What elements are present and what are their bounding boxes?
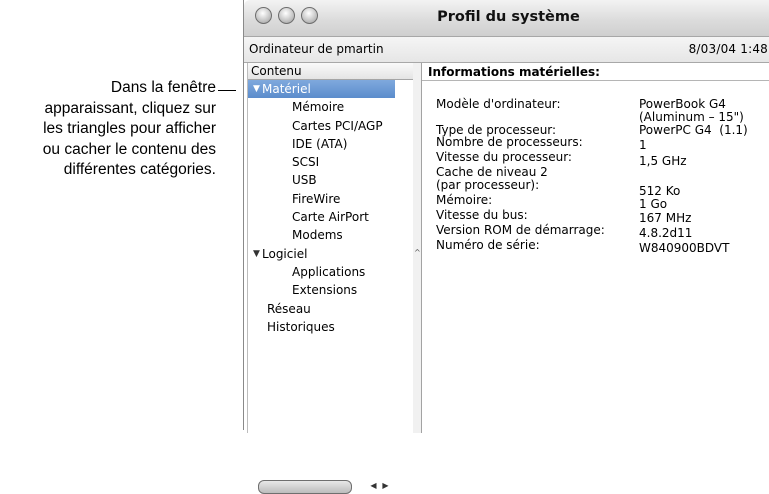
tree-item-logiciel[interactable]: ▼ Logiciel bbox=[248, 245, 413, 263]
tree-item-materiel[interactable]: ▼ Matériel bbox=[248, 80, 395, 99]
spec-value-processor-count: 1 bbox=[639, 138, 647, 152]
spec-value-processor-type: PowerPC G4 (1.1) bbox=[639, 123, 748, 137]
tree-item-extensions[interactable]: Extensions bbox=[248, 281, 413, 299]
tree-item-modems[interactable]: Modems bbox=[248, 226, 413, 244]
spec-label-serial-number: Numéro de série: bbox=[436, 238, 540, 252]
spec-label-memory: Mémoire: bbox=[436, 193, 493, 207]
pane-splitter[interactable]: ^ bbox=[413, 63, 422, 433]
tree-item-ide-ata[interactable]: IDE (ATA) bbox=[248, 135, 413, 153]
callout-line-5: différentes catégories. bbox=[63, 161, 216, 179]
info-bar: Ordinateur de pmartin 8/03/04 1:48 bbox=[244, 37, 769, 63]
contents-sidebar: Contenu ▼ Matériel Mémoire Cartes PCI/AG… bbox=[247, 63, 414, 494]
tree-item-cartes-pci-agp[interactable]: Cartes PCI/AGP bbox=[248, 117, 413, 135]
spec-value-boot-rom: 4.8.2d11 bbox=[639, 226, 693, 240]
report-datetime: 8/03/04 1:48 bbox=[688, 42, 768, 56]
spec-label-model: Modèle d'ordinateur: bbox=[436, 97, 561, 111]
spec-value-bus-speed: 167 MHz bbox=[639, 211, 692, 225]
spec-label-processor-count: Nombre de processeurs: bbox=[436, 135, 583, 149]
callout-line-1: Dans la fenêtre bbox=[110, 79, 216, 96]
tree-item-firewire[interactable]: FireWire bbox=[248, 190, 413, 208]
scrollbar-thumb[interactable] bbox=[258, 480, 352, 494]
disclosure-triangle-icon[interactable]: ▼ bbox=[253, 245, 260, 263]
hardware-info-pane: Informations matérielles: Modèle d'ordin… bbox=[422, 63, 769, 433]
tree-item-label: Matériel bbox=[262, 82, 311, 96]
tree-item-reseau[interactable]: Réseau bbox=[248, 300, 413, 318]
spec-value-processor-speed: 1,5 GHz bbox=[639, 154, 687, 168]
spec-label-processor-speed: Vitesse du processeur: bbox=[436, 150, 572, 164]
callout-line-4: ou cacher le contenu des bbox=[42, 140, 216, 158]
system-profiler-window: Profil du système Ordinateur de pmartin … bbox=[243, 0, 769, 494]
scroll-right-icon[interactable]: ▶ bbox=[380, 480, 391, 492]
window-title: Profil du système bbox=[437, 9, 580, 25]
collapse-marker-icon[interactable]: ^ bbox=[414, 248, 421, 257]
horizontal-scrollbar[interactable]: ◀ ▶ bbox=[256, 480, 406, 494]
spec-value-memory: 1 Go bbox=[639, 197, 668, 211]
tree-item-historiques[interactable]: Historiques bbox=[248, 318, 413, 336]
content-header: Informations matérielles: bbox=[428, 65, 600, 79]
spec-value-model: PowerBook G4 (Aluminum – 15") bbox=[639, 97, 744, 124]
tree-item-carte-airport[interactable]: Carte AirPort bbox=[248, 208, 413, 226]
tree-item-applications[interactable]: Applications bbox=[248, 263, 413, 281]
disclosure-triangle-icon[interactable]: ▼ bbox=[253, 80, 260, 98]
spec-value-l2-cache: 512 Ko bbox=[639, 184, 681, 198]
header-divider bbox=[422, 80, 769, 81]
spec-label-l2-cache: Cache de niveau 2 (par processeur): bbox=[436, 165, 548, 192]
tree-item-usb[interactable]: USB bbox=[248, 171, 413, 189]
sidebar-header: Contenu bbox=[248, 63, 413, 80]
spec-label-boot-rom: Version ROM de démarrage: bbox=[436, 223, 605, 237]
callout-annotation: Dans la fenêtre apparaissant, cliquez su… bbox=[0, 78, 216, 181]
tree-item-memoire[interactable]: Mémoire bbox=[248, 98, 413, 116]
spec-value-serial-number: W840900BDVT bbox=[639, 241, 730, 255]
category-tree: ▼ Matériel Mémoire Cartes PCI/AGP IDE (A… bbox=[248, 80, 413, 336]
tree-item-scsi[interactable]: SCSI bbox=[248, 153, 413, 171]
callout-pointer-line bbox=[218, 90, 236, 91]
scroll-left-icon[interactable]: ◀ bbox=[368, 480, 379, 492]
title-bar[interactable]: Profil du système bbox=[244, 0, 769, 37]
callout-line-3: les triangles pour afficher bbox=[43, 120, 216, 138]
spec-label-bus-speed: Vitesse du bus: bbox=[436, 208, 528, 222]
callout-line-2: apparaissant, cliquez sur bbox=[44, 99, 216, 117]
tree-item-label: Logiciel bbox=[262, 246, 308, 261]
computer-name: Ordinateur de pmartin bbox=[249, 42, 384, 56]
